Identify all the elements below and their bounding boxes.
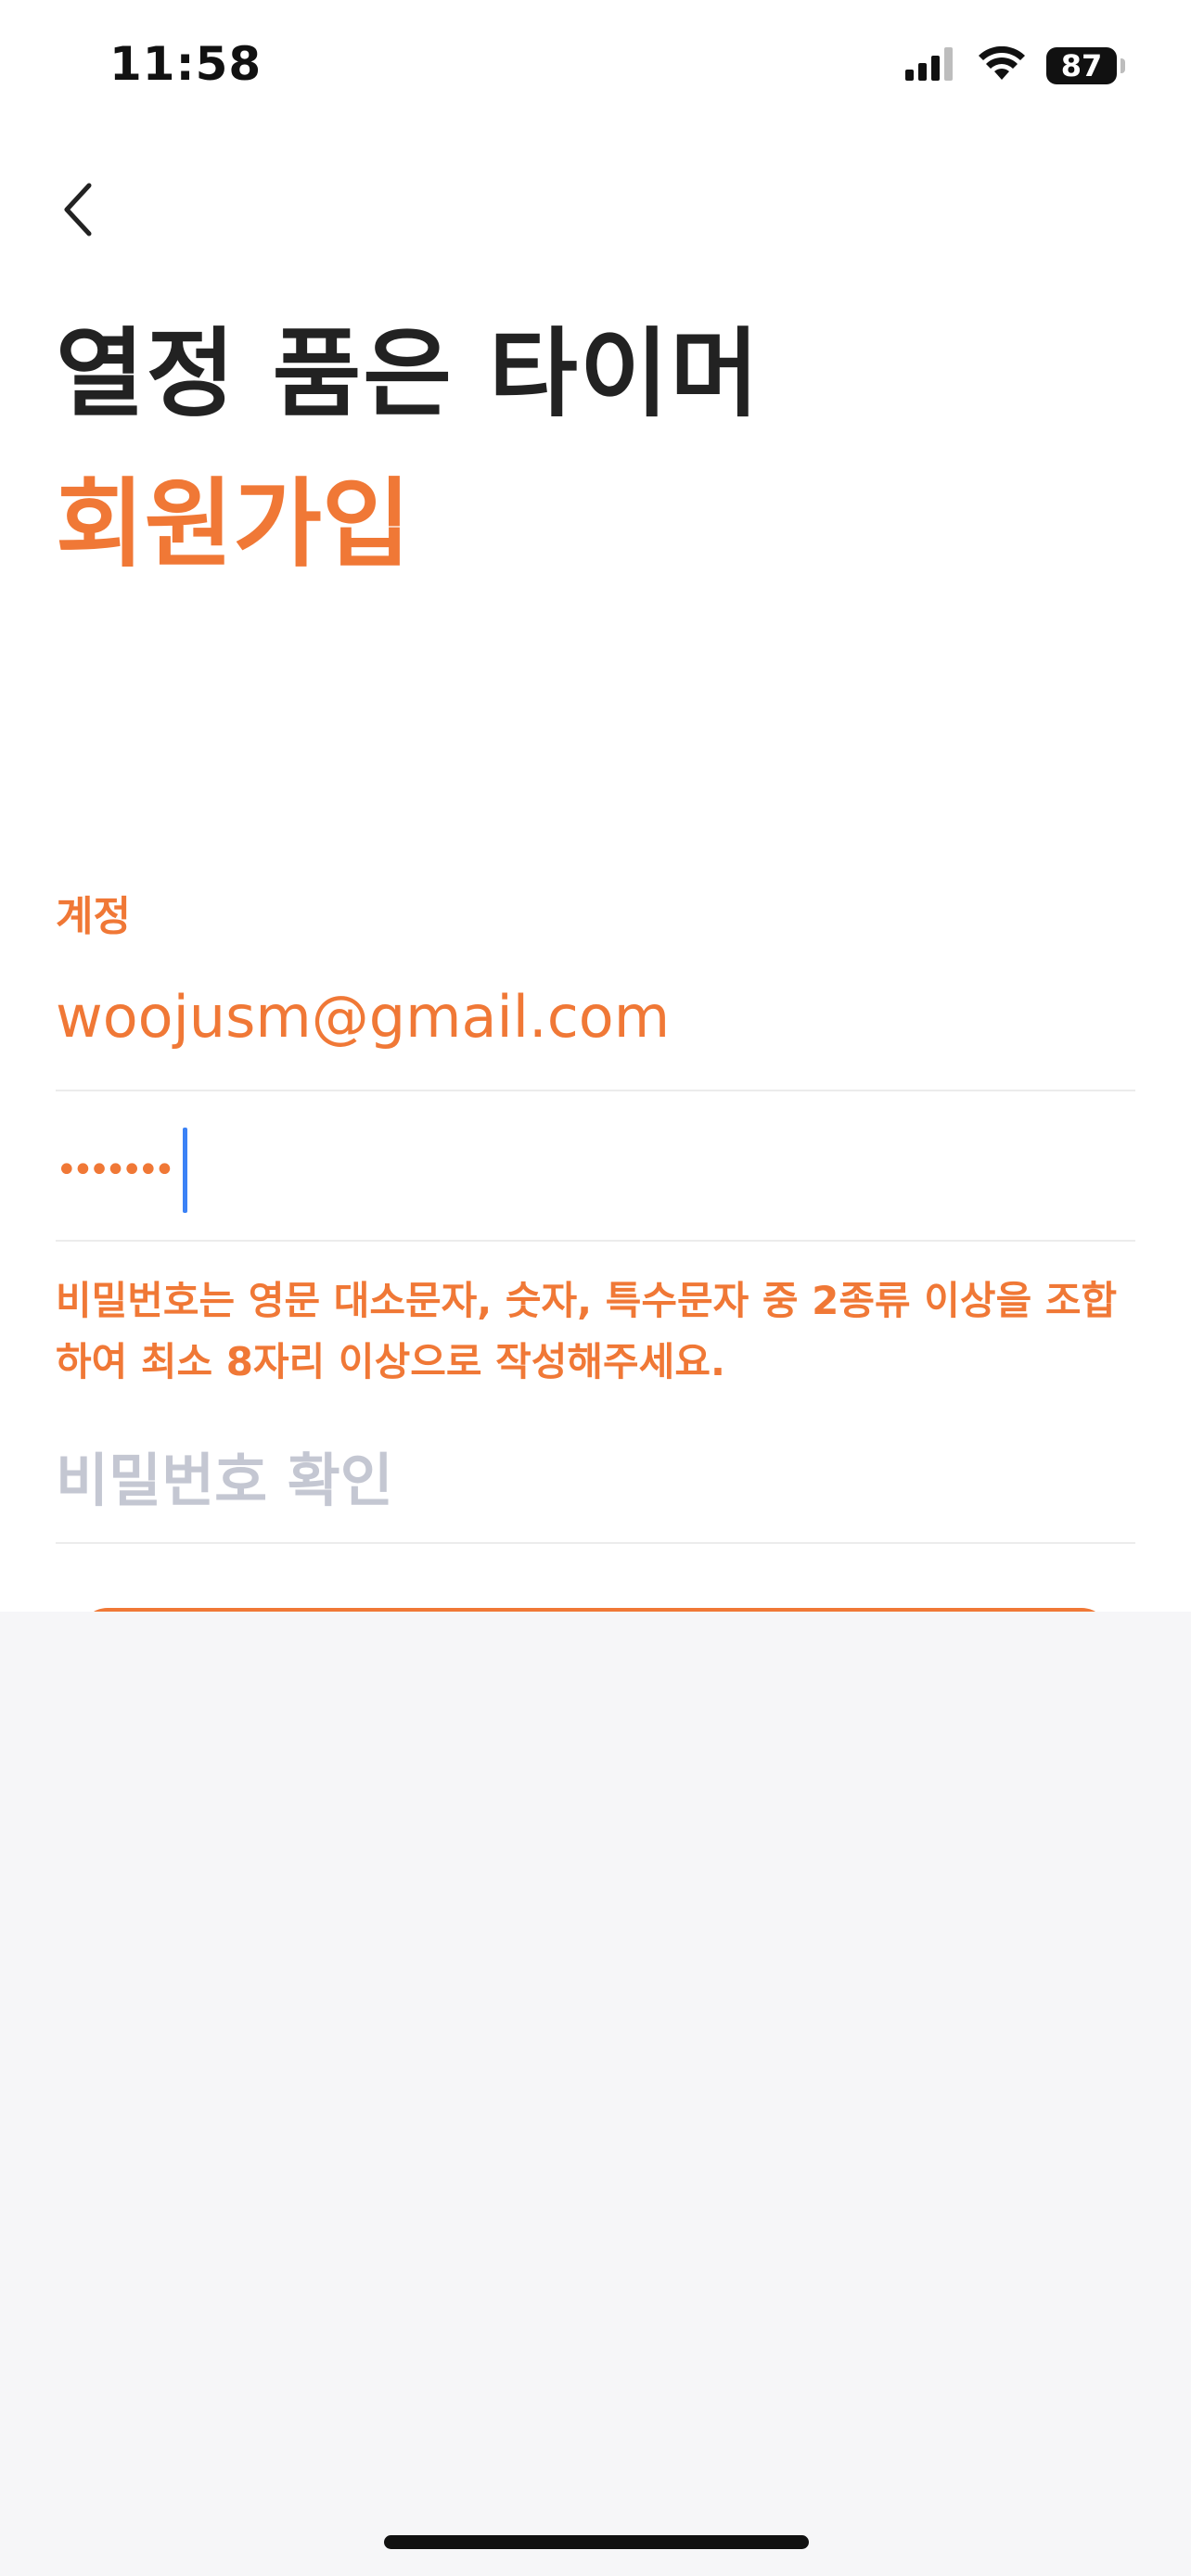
status-time: 11:58	[109, 37, 263, 91]
password-divider	[56, 1240, 1135, 1242]
email-divider	[56, 1090, 1135, 1091]
password-hint: 비밀번호는 영문 대소문자, 숫자, 특수문자 중 2종류 이상을 조합하여 최…	[56, 1278, 1118, 1384]
battery-level: 87	[1060, 48, 1103, 83]
page-subtitle: 회원가입	[56, 467, 411, 580]
account-label: 계정	[56, 893, 131, 940]
chevron-left-icon	[64, 183, 92, 236]
cellular-signal-icon	[905, 47, 957, 84]
home-indicator	[384, 2535, 809, 2549]
wifi-icon	[978, 45, 1026, 85]
password-confirm-field[interactable]: 비밀번호 확인	[56, 1434, 393, 1517]
back-button[interactable]	[50, 172, 106, 247]
email-field[interactable]: woojusm@gmail.com	[56, 983, 670, 1051]
text-caret	[183, 1128, 188, 1213]
page-title: 열정 품은 타이머	[56, 317, 762, 430]
password-dots: •••••••	[56, 1149, 175, 1192]
submit-button[interactable]	[80, 1608, 1109, 1612]
confirm-divider	[56, 1542, 1135, 1544]
status-icons: 87	[905, 45, 1125, 85]
battery-icon: 87	[1046, 47, 1125, 84]
password-field[interactable]: •••••••	[56, 1128, 188, 1213]
signup-screen: 11:58 87 열정 품은 타이머 회원가입 계정 woojusm@gmail…	[0, 0, 1191, 1612]
